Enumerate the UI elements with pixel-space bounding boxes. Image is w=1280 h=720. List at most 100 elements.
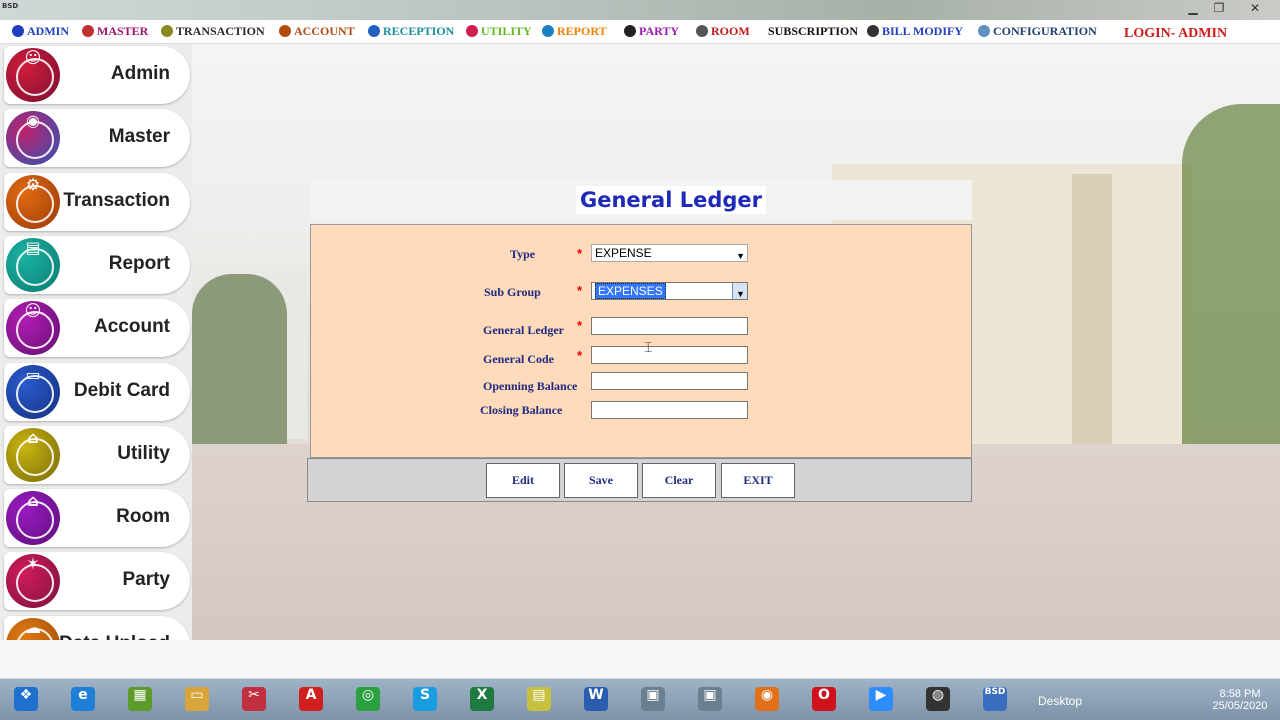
internet-explorer-taskbar-button[interactable]: e <box>57 681 109 717</box>
master-icon: ◉ <box>6 111 60 166</box>
general-code-input[interactable] <box>591 346 748 364</box>
tree-left <box>192 274 287 464</box>
data-upload-icon: ☁ <box>6 617 60 672</box>
sidebar-item-label: Account <box>94 316 170 338</box>
firefox-taskbar-button[interactable]: ◉ <box>741 681 793 717</box>
menu-label: REPORT <box>557 24 607 38</box>
word-taskbar-button[interactable]: W <box>570 681 622 717</box>
clock-date: 25/05/2020 <box>1212 700 1268 712</box>
sidebar-item-debit-card[interactable]: ▭ Debit Card <box>4 362 190 421</box>
menu-configuration[interactable]: CONFIGURATION <box>978 24 1097 39</box>
sidebar-item-report[interactable]: ▤ Report <box>4 235 190 294</box>
chrome-taskbar-button[interactable]: ◎ <box>342 681 394 717</box>
type-select-value: EXPENSE <box>595 246 652 260</box>
chrome-icon: ◎ <box>356 687 380 711</box>
master-menu-icon <box>82 25 94 37</box>
subgroup-dropdown-button[interactable]: ▼ <box>732 283 747 299</box>
file-explorer-taskbar-button[interactable]: ▭ <box>171 681 223 717</box>
clear-button[interactable]: Clear <box>642 463 716 498</box>
account-icon: ☺ <box>6 301 60 356</box>
menu-account[interactable]: ACCOUNT <box>279 24 355 39</box>
sidebar-item-label: Report <box>108 252 170 274</box>
app-window-1-icon: ▣ <box>641 687 665 711</box>
sidebar-item-master[interactable]: ◉ Master <box>4 109 190 168</box>
start-orb-icon: ❖ <box>14 687 38 711</box>
clock[interactable]: 8:58 PM 25/05/2020 <box>1200 688 1280 712</box>
subgroup-select[interactable]: EXPENSES ▼ <box>591 282 748 300</box>
room-menu-icon <box>696 25 708 37</box>
party-menu-icon <box>624 25 636 37</box>
acrobat-icon: A <box>299 687 323 711</box>
notes-taskbar-button[interactable]: ▤ <box>513 681 565 717</box>
desktop-toolbar-label[interactable]: Desktop <box>1038 694 1082 708</box>
calculator-taskbar-button[interactable]: ▦ <box>114 681 166 717</box>
master-icon-glyph: ◉ <box>26 111 40 131</box>
type-select[interactable]: EXPENSE ▼ <box>591 244 748 262</box>
menu-label: UTILITY <box>481 24 532 38</box>
chevron-down-icon: ▼ <box>736 289 745 299</box>
bsd-app-icon: BSD <box>983 687 1007 711</box>
debit-card-icon-glyph: ▭ <box>25 364 41 384</box>
button-bar <box>307 458 972 502</box>
notes-icon: ▤ <box>527 687 551 711</box>
sidebar-item-account[interactable]: ☺ Account <box>4 299 190 358</box>
room-icon: ⌂ <box>6 491 60 546</box>
admin-icon-glyph: ☺ <box>24 48 42 67</box>
menu-reception[interactable]: RECEPTION <box>368 24 454 39</box>
file-explorer-icon: ▭ <box>185 687 209 711</box>
menu-master[interactable]: MASTER <box>82 24 148 39</box>
sidebar-item-label: Admin <box>110 63 170 84</box>
menu-bill-modify[interactable]: BILL MODIFY <box>867 24 963 39</box>
transaction-menu-icon <box>161 25 173 37</box>
opera-taskbar-button[interactable]: O <box>798 681 850 717</box>
menu-label: SUBSCRIPTION <box>768 24 859 38</box>
obs-taskbar-button[interactable]: ◍ <box>912 681 964 717</box>
menu-label: CONFIGURATION <box>993 24 1097 38</box>
app-icon: BSD <box>2 2 19 10</box>
menu-admin[interactable]: ADMIN <box>12 24 69 39</box>
sidebar-item-label: Debit Card <box>73 379 170 401</box>
skype-icon: S <box>413 687 437 711</box>
login-status: LOGIN- ADMIN <box>1124 26 1228 41</box>
exit-button[interactable]: EXIT <box>721 463 795 498</box>
sidebar-item-room[interactable]: ⌂ Room <box>4 489 190 548</box>
required-mark: * <box>577 348 583 363</box>
acrobat-taskbar-button[interactable]: A <box>285 681 337 717</box>
opening-balance-input[interactable] <box>591 372 748 390</box>
menu-subscription[interactable]: SUBSCRIPTION <box>768 24 858 39</box>
status-strip <box>0 640 1280 678</box>
sidebar-item-utility[interactable]: ⌂ Utility <box>4 425 190 484</box>
start-orb-taskbar-button[interactable]: ❖ <box>0 681 52 717</box>
snipping-tool-taskbar-button[interactable]: ✂ <box>228 681 280 717</box>
menu-room[interactable]: ROOM <box>696 24 750 39</box>
app-window-2-taskbar-button[interactable]: ▣ <box>684 681 736 717</box>
sidebar-item-party[interactable]: ✶ Party <box>4 552 190 611</box>
excel-taskbar-button[interactable]: X <box>456 681 508 717</box>
report-icon: ▤ <box>6 237 60 292</box>
party-icon-glyph: ✶ <box>26 554 40 574</box>
minimize-button[interactable]: ▁ <box>1182 0 1204 16</box>
menu-report[interactable]: REPORT <box>542 24 607 39</box>
menu-utility[interactable]: UTILITY <box>466 24 532 39</box>
required-mark: * <box>577 283 583 298</box>
general-ledger-input[interactable] <box>591 317 748 335</box>
bsd-app-taskbar-button[interactable]: BSD <box>969 681 1021 717</box>
sidebar-item-admin[interactable]: ☺ Admin <box>4 46 190 104</box>
skype-taskbar-button[interactable]: S <box>399 681 451 717</box>
menu-transaction[interactable]: TRANSACTION <box>161 24 265 39</box>
maximize-button[interactable]: ❐ <box>1208 0 1230 16</box>
sidebar-item-label: Utility <box>117 442 170 464</box>
sidebar-item-label: Master <box>108 126 170 148</box>
bill-modify-menu-icon <box>867 25 879 37</box>
menu-party[interactable]: PARTY <box>624 24 679 39</box>
sidebar-item-transaction[interactable]: ⚙ Transaction <box>4 172 190 231</box>
menu-label: ROOM <box>711 24 750 38</box>
report-icon-glyph: ▤ <box>25 237 41 257</box>
app-window-1-taskbar-button[interactable]: ▣ <box>627 681 679 717</box>
snipping-tool-icon: ✂ <box>242 687 266 711</box>
closing-balance-input[interactable] <box>591 401 748 419</box>
zoom-taskbar-button[interactable]: ▶ <box>855 681 907 717</box>
save-button[interactable]: Save <box>564 463 638 498</box>
edit-button[interactable]: Edit <box>486 463 560 498</box>
close-button[interactable]: ✕ <box>1244 0 1266 16</box>
